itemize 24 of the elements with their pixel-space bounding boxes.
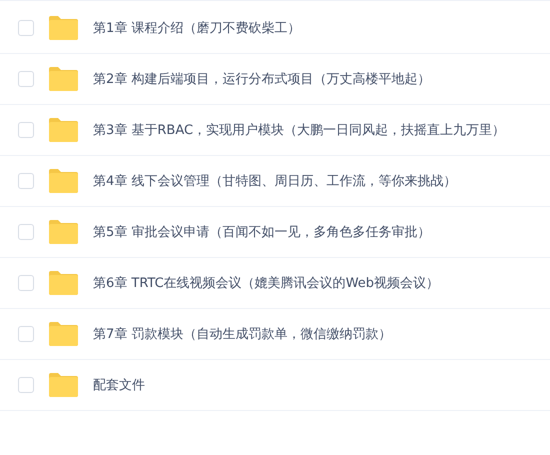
folder-name[interactable]: 第3章 基于RBAC，实现用户模块（大鹏一日同风起，扶摇直上九万里） [93,121,506,139]
folder-name[interactable]: 第2章 构建后端项目，运行分布式项目（万丈高楼平地起） [93,70,430,88]
checkbox[interactable] [18,326,34,342]
folder-name[interactable]: 配套文件 [93,376,145,394]
folder-name[interactable]: 第5章 审批会议申请（百闻不如一见，多角色多任务审批） [93,223,430,241]
folder-name[interactable]: 第7章 罚款模块（自动生成罚款单，微信缴纳罚款） [93,325,392,343]
checkbox[interactable] [18,71,34,87]
folder-name[interactable]: 第6章 TRTC在线视频会议（媲美腾讯会议的Web视频会议） [93,274,440,292]
checkbox[interactable] [18,20,34,36]
folder-icon [49,373,78,397]
checkbox[interactable] [18,275,34,291]
folder-name[interactable]: 第4章 线下会议管理（甘特图、周日历、工作流，等你来挑战） [93,172,456,190]
checkbox[interactable] [18,122,34,138]
folder-icon [49,169,78,193]
checkbox[interactable] [18,224,34,240]
checkbox[interactable] [18,377,34,393]
folder-icon [49,271,78,295]
folder-icon [49,67,78,91]
checkbox[interactable] [18,173,34,189]
folder-icon [49,118,78,142]
folder-icon [49,322,78,346]
folder-icon [49,220,78,244]
folder-name[interactable]: 第1章 课程介绍（磨刀不费砍柴工） [93,19,300,37]
folder-icon [49,16,78,40]
